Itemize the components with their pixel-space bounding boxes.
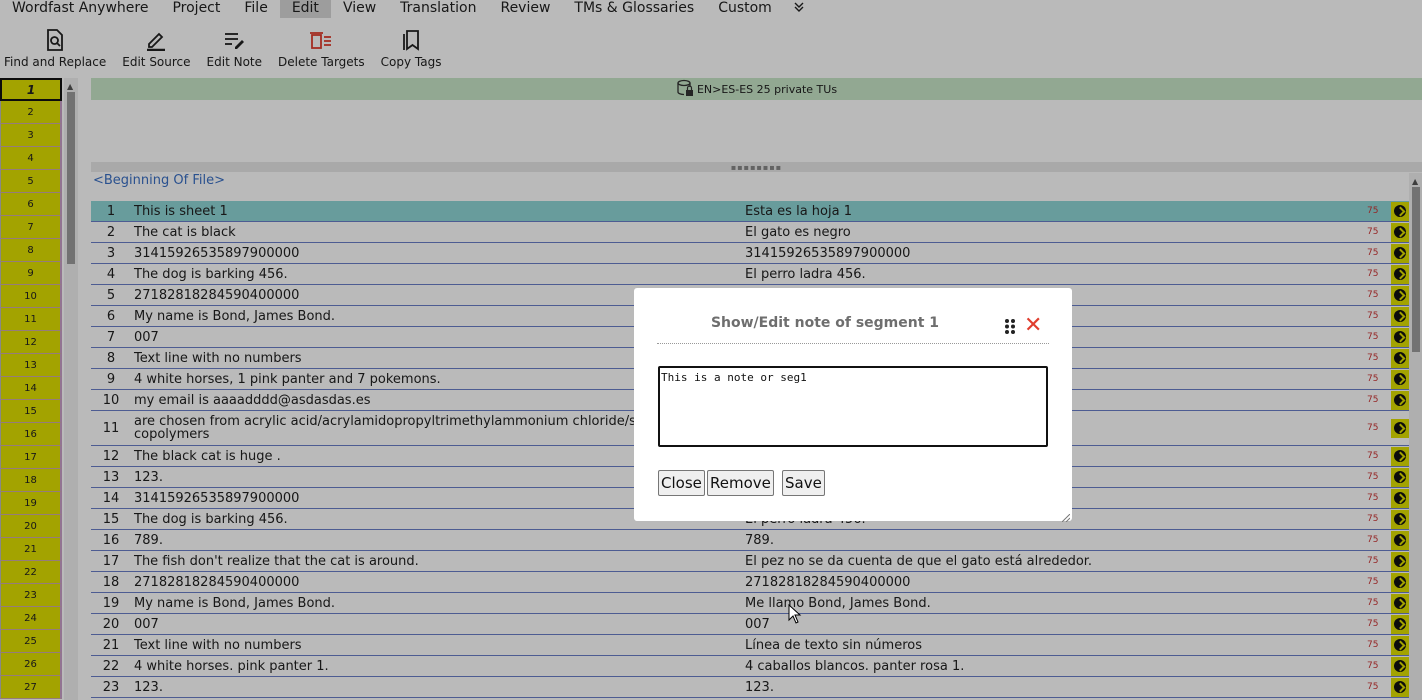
mouse-cursor-icon [788, 603, 802, 624]
drag-handle-icon[interactable] [1004, 318, 1016, 335]
remove-button[interactable]: Remove [707, 470, 774, 496]
resize-grip-icon[interactable] [1061, 511, 1071, 523]
close-icon[interactable]: ✕ [1024, 315, 1042, 337]
save-button[interactable]: Save [782, 470, 825, 496]
note-textarea[interactable] [658, 366, 1048, 447]
close-button[interactable]: Close [658, 470, 705, 496]
edit-note-dialog: Show/Edit note of segment 1 ✕ Close Remo… [634, 288, 1072, 523]
dialog-divider [657, 343, 1049, 344]
dialog-title: Show/Edit note of segment 1 [710, 315, 940, 331]
